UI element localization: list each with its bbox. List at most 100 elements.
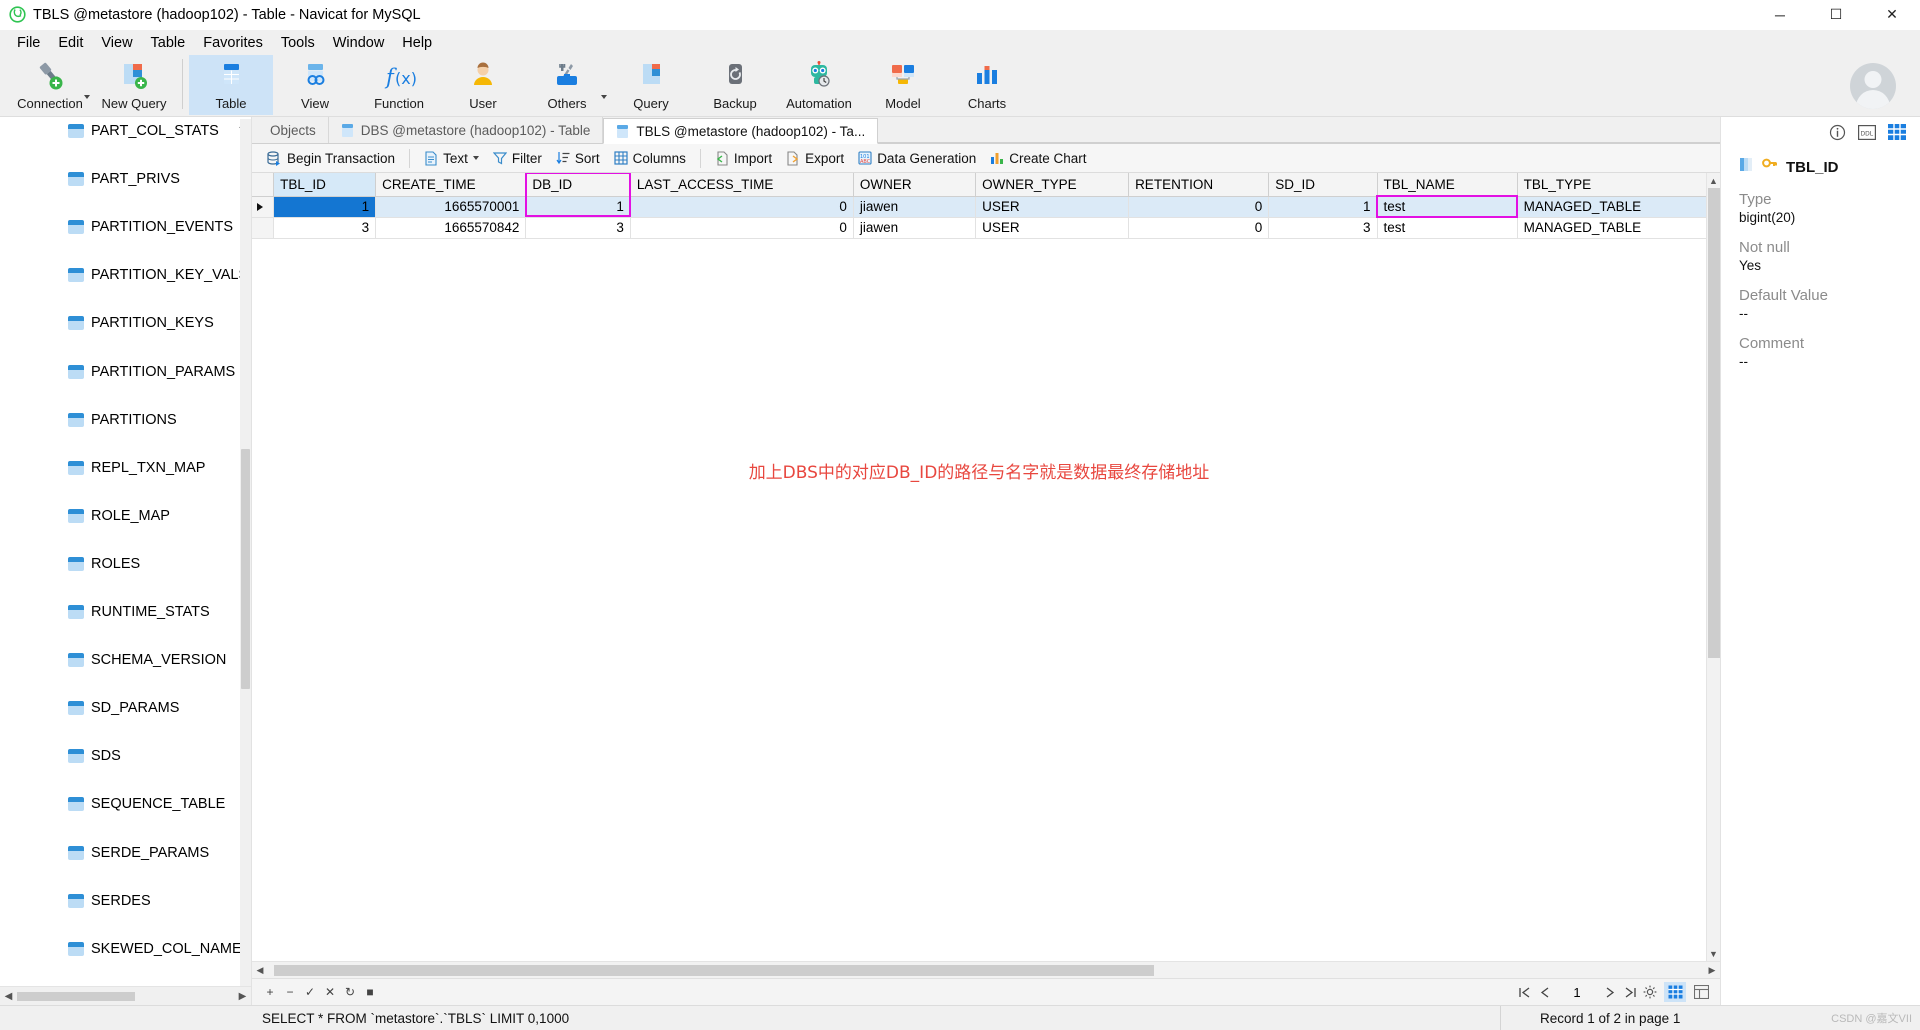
sidebar-item-partitions[interactable]: PARTITIONS — [0, 408, 251, 432]
export-button[interactable]: Export — [779, 147, 851, 170]
results-table[interactable]: TBL_ID CREATE_TIME DB_ID LAST_ACCESS_TIME OW… — [252, 173, 1706, 239]
cell-tbl_name[interactable]: test — [1377, 217, 1518, 239]
filter-button[interactable]: Filter — [486, 147, 549, 170]
table-list[interactable]: PART_COL_STATS PART_PRIVS PARTITION_EVENTS… — [0, 117, 251, 986]
sidebar-item-part_privs[interactable]: PART_PRIVS — [0, 167, 251, 191]
cell-tbl_type[interactable]: MANAGED_TABLE — [1517, 217, 1706, 239]
toolbar-new-query[interactable]: New Query — [92, 55, 176, 115]
info-icon[interactable] — [1828, 123, 1846, 141]
sidebar-item-serde_params[interactable]: SERDE_PARAMS — [0, 841, 251, 865]
toolbar-query[interactable]: Query — [609, 55, 693, 115]
toolbar-backup[interactable]: Backup — [693, 55, 777, 115]
sidebar-item-partition_params[interactable]: PARTITION_PARAMS — [0, 360, 251, 384]
stop-button[interactable]: ■ — [360, 982, 380, 1002]
sidebar-item-sequence_table[interactable]: SEQUENCE_TABLE — [0, 792, 251, 816]
cell-tbl_id[interactable]: 3 — [273, 217, 377, 239]
sort-button[interactable]: Sort — [549, 147, 607, 170]
sidebar-item-partition_keys[interactable]: PARTITION_KEYS — [0, 311, 251, 335]
cell-tbl_name[interactable]: test — [1377, 196, 1518, 218]
delete-record-button[interactable]: − — [280, 982, 300, 1002]
cell-tbl_id[interactable]: 1 — [273, 196, 377, 218]
scrollbar-thumb[interactable] — [274, 964, 1154, 976]
sidebar-item-skewed_col_names[interactable]: SKEWED_COL_NAMES — [0, 937, 251, 961]
data-grid[interactable]: TBL_ID CREATE_TIME DB_ID LAST_ACCESS_TIME OW… — [252, 173, 1706, 961]
add-record-button[interactable]: + — [260, 982, 280, 1002]
cell-sd_id[interactable]: 3 — [1268, 217, 1378, 239]
scrollbar-thumb[interactable] — [1708, 188, 1720, 658]
cell-create_time[interactable]: 1665570842 — [375, 217, 527, 239]
sidebar-item-role_map[interactable]: ROLE_MAP — [0, 504, 251, 528]
column-header-retention[interactable]: RETENTION — [1128, 173, 1270, 197]
cell-sd_id[interactable]: 1 — [1268, 196, 1378, 218]
go-next-icon[interactable] — [1600, 982, 1620, 1002]
sidebar-item-partition_key_vals[interactable]: PARTITION_KEY_VALS — [0, 263, 251, 287]
cell-retention[interactable]: 0 — [1128, 196, 1270, 218]
cell-owner_type[interactable]: USER — [975, 196, 1130, 218]
sidebar-item-schema_version[interactable]: SCHEMA_VERSION — [0, 648, 251, 672]
cancel-changes-button[interactable]: ✕ — [320, 982, 340, 1002]
maximize-button[interactable]: ☐ — [1808, 0, 1864, 30]
close-button[interactable]: ✕ — [1864, 0, 1920, 30]
menu-edit[interactable]: Edit — [49, 33, 92, 53]
menu-help[interactable]: Help — [393, 33, 441, 53]
toolbar-view[interactable]: View — [273, 55, 357, 115]
fields-grid-icon[interactable] — [1888, 123, 1906, 141]
sidebar-item-partition_events[interactable]: PARTITION_EVENTS — [0, 215, 251, 239]
ddl-icon[interactable]: DDL — [1858, 123, 1876, 141]
table-row[interactable]: 3 1665570842 3 0 jiawen USER 0 3 test MANAGED_TAB… — [252, 217, 1706, 239]
row-marker[interactable] — [252, 196, 275, 218]
chevron-down-icon[interactable] — [472, 156, 479, 160]
toolbar-function[interactable]: f (x) Function — [357, 55, 441, 115]
toolbar-connection[interactable]: Connection — [8, 55, 92, 115]
menu-file[interactable]: File — [8, 33, 49, 53]
toolbar-automation[interactable]: Automation — [777, 55, 861, 115]
cell-owner[interactable]: jiawen — [853, 196, 977, 218]
scroll-down-arrow[interactable]: ▼ — [1707, 946, 1720, 961]
scroll-left-arrow[interactable]: ◀ — [252, 965, 268, 976]
scroll-right-arrow[interactable]: ▶ — [234, 991, 251, 1002]
row-marker[interactable] — [252, 217, 275, 239]
data-generation-button[interactable]: 101 ABC Data Generation — [851, 147, 983, 170]
menu-table[interactable]: Table — [142, 33, 195, 53]
column-header-create_time[interactable]: CREATE_TIME — [375, 173, 527, 197]
scrollbar-thumb[interactable] — [241, 449, 250, 689]
column-header-tbl_id[interactable]: TBL_ID — [273, 173, 377, 197]
create-chart-button[interactable]: Create Chart — [983, 147, 1093, 170]
cell-retention[interactable]: 0 — [1128, 217, 1270, 239]
sidebar-item-runtime_stats[interactable]: RUNTIME_STATS — [0, 600, 251, 624]
scrollbar-thumb[interactable] — [17, 991, 135, 1001]
go-first-icon[interactable] — [1514, 982, 1534, 1002]
menu-tools[interactable]: Tools — [272, 33, 324, 53]
user-avatar-icon[interactable] — [1850, 63, 1896, 109]
column-header-tbl_name[interactable]: TBL_NAME — [1377, 173, 1518, 197]
sidebar-item-roles[interactable]: ROLES — [0, 552, 251, 576]
column-header-tbl_type[interactable]: TBL_TYPE — [1517, 173, 1706, 197]
scroll-left-arrow[interactable]: ◀ — [0, 991, 17, 1002]
chevron-down-icon[interactable] — [601, 95, 607, 99]
cell-last_access_time[interactable]: 0 — [630, 217, 854, 239]
column-header-sd_id[interactable]: SD_ID — [1268, 173, 1378, 197]
apply-changes-button[interactable]: ✓ — [300, 982, 320, 1002]
column-header-db_id[interactable]: DB_ID — [525, 173, 631, 197]
sidebar-item-serdes[interactable]: SERDES — [0, 889, 251, 913]
sidebar-item-sd_params[interactable]: SD_PARAMS — [0, 696, 251, 720]
go-prev-icon[interactable] — [1534, 982, 1554, 1002]
begin-transaction-button[interactable]: Begin Transaction — [260, 147, 402, 170]
page-number-input[interactable]: 1 — [1560, 983, 1594, 1002]
cell-owner_type[interactable]: USER — [975, 217, 1130, 239]
minimize-button[interactable]: ─ — [1752, 0, 1808, 30]
cell-create_time[interactable]: 1665570001 — [375, 196, 527, 218]
tab-tbls-table[interactable]: TBLS @metastore (hadoop102) - Ta... — [603, 118, 879, 144]
tab-dbs-table[interactable]: DBS @metastore (hadoop102) - Table — [328, 117, 604, 143]
refresh-button[interactable]: ↻ — [340, 982, 360, 1002]
scroll-right-arrow[interactable]: ▶ — [1704, 965, 1720, 976]
cell-db_id[interactable]: 1 — [525, 196, 631, 218]
column-header-last_access_time[interactable]: LAST_ACCESS_TIME — [630, 173, 854, 197]
import-button[interactable]: Import — [708, 147, 779, 170]
cell-tbl_type[interactable]: MANAGED_TABLE — [1517, 196, 1706, 218]
toolbar-charts[interactable]: Charts — [945, 55, 1029, 115]
cell-db_id[interactable]: 3 — [525, 217, 631, 239]
chevron-down-icon[interactable] — [84, 95, 90, 99]
grid-horizontal-scrollbar[interactable]: ◀ ▶ — [252, 961, 1720, 978]
cell-owner[interactable]: jiawen — [853, 217, 977, 239]
